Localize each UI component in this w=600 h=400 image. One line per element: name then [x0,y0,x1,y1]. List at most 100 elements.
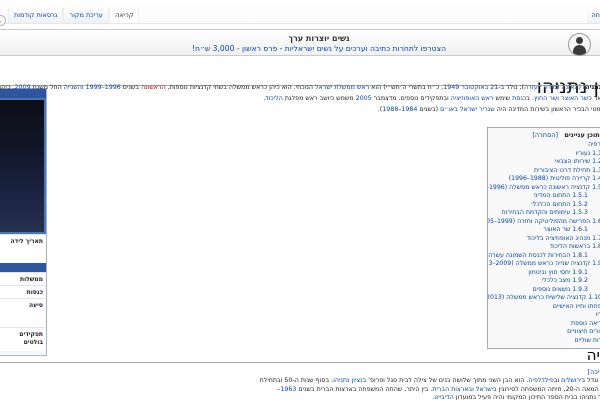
toc-item[interactable]: 4 לקריאה נוספת [488,320,600,329]
text-run: שימש [494,95,513,102]
inline-link[interactable]: שר האוצר [561,95,588,102]
inline-link[interactable]: ובארצות הברית [432,386,474,393]
text-run: בשנים [121,84,141,91]
inline-link[interactable]: 1996–1999 [86,84,121,91]
text-run: בנימין (ביבי) נתניהו [583,84,600,91]
text-run: , כ״ח בתשרי ה׳תש״י) הוא [369,84,443,91]
toc-item[interactable]: 1.6.1 שר האוצר [488,226,600,235]
infobox-row-governments-label: ממשלות [0,272,46,285]
logo-head-shape [576,37,583,44]
inline-link[interactable]: בנציון נתניהו [333,377,366,384]
toc-item[interactable]: 1.5.2 התחום הכלכלי [488,201,600,210]
infobox-row-values-area [0,311,46,327]
search-input[interactable]: חיפוש [0,15,6,26]
toc-item[interactable]: 1.8 בראשות הליכוד [488,243,600,252]
toc-item[interactable]: 1.3 תחילת דרכו הציבורית [488,167,600,176]
toc-item[interactable]: 1.2 שירותו הצבאי [488,158,600,167]
toc-header: תוכן עניינים [הסתרה] [488,131,600,139]
text-run: . כיהן גם כשר [0,84,15,91]
inline-link[interactable]: 2005 [356,95,372,102]
text-run: ); נולד ב- [498,84,524,91]
portrait-photo[interactable] [0,98,46,234]
inline-link[interactable]: 21 באוקטובר [461,84,498,91]
inline-link[interactable]: 1963 [280,386,296,393]
inline-link[interactable]: 2009 [15,84,31,91]
inline-link[interactable]: מידע [544,84,557,91]
inline-link[interactable]: שגריר ישראל באו״ם [440,106,495,113]
infobox-row-faction-label: סיעה [0,298,46,311]
toc-item[interactable]: 1 ביוגרפיה [488,141,600,150]
inline-link[interactable]: שר החוץ [534,95,557,102]
text-run: הנוכחי. הוא כיהן כראש ממשלה בשתי קדנציות… [166,84,315,91]
infobox-row-knessets-label: כנסות [0,285,46,298]
tab-edit-source[interactable]: עריכת מקור [63,8,108,23]
toc-item[interactable]: 1.9.1 יחסי חוץ וביטחון [488,269,600,278]
inline-link[interactable]: בישראל [476,386,497,393]
toc-title: תוכן עניינים [564,131,599,139]
toc-hide-link[interactable]: [הסתרה] [532,131,558,139]
lead-line-3: תפקידו הדיפלומטי הבכיר הראשון בשירות המד… [378,106,600,113]
section-heading-underline [0,362,600,363]
tab-version-history[interactable]: גרסאות קודמות [8,8,63,23]
inline-link[interactable]: ראש האופוזיציה [451,95,494,102]
logo-body-shape [573,45,586,55]
inline-link[interactable]: והשנייה [64,84,84,91]
toc-item[interactable]: 1.9.3 נושאים נוספים [488,286,600,295]
text-run: שנות ה-60 של המאה ה-20, חיתה המשפחה לסיר… [497,386,600,393]
toc-item[interactable]: 1.5.1 התחום המדיני [488,192,600,201]
section-edit-link[interactable]: [עריכה] [588,368,600,376]
toc-item[interactable]: 1.5.3 עימותים והקדמת הבחירות [488,209,600,218]
text-run: משמש כיושב ראש מפלגת [283,95,356,102]
toc-item[interactable]: 5 קישורים חיצוניים [488,328,600,337]
sitenotice-banner: נשים יוצרות ערך הצטרפו לתחרות כתיבה וערכ… [0,29,600,56]
banner-cta-link[interactable]: הצטרפו לתחרות כתיבה וערכים על נשים ישראל… [0,44,600,53]
inline-link[interactable]: הדיבייט [434,394,454,400]
inline-link[interactable]: 1949 [443,84,459,91]
lead-line-2: ישראל, בין השאר כשר האוצר ושר החוץ. בכנס… [263,95,600,102]
toc-item[interactable]: 2 משפחתו וחייו האישיים [488,303,600,312]
inline-link[interactable]: ירושלים [561,377,581,384]
text-run: , בין השאר כ [588,95,600,102]
subsection-heading-youth: נעוריו [עריכה] [588,366,600,377]
toc-item[interactable]: 1.4 קריירה פוליטית (1988–1996) [488,175,600,184]
inline-link[interactable]: ראש ממשלת ישראל [315,84,369,91]
toc-item[interactable]: 1.7 מנהיג האופוזיציה בליכוד [488,235,600,244]
toc-item[interactable]: 1.6 הפרישה מהפוליטיקה וחזרה (1999–2005) [488,218,600,227]
infobox-row-birth-label: תאריך לידה [0,234,46,247]
text-run: . בסוף שנות ה-50 ובתחילת [260,377,333,384]
toc-item[interactable]: 6 הערות שוליים [488,337,600,346]
inline-link[interactable]: כנסת [512,95,526,102]
inline-link[interactable]: האזנה [561,84,578,91]
contest-logo-icon [568,33,591,56]
text-run: (בשנים [417,106,440,113]
page-action-tabs: גרסאות קודמות עריכת מקור קריאה [8,8,139,23]
toc-item[interactable]: 1.9.2 מצב כלכלי [488,277,600,286]
toc-item[interactable]: 1.10 קדנציה שלישית כראש ממשלה (2013–) [488,294,600,303]
text-run: תפקידו הדיפלומטי הבכיר הראשון בשירות המד… [495,106,600,113]
table-of-contents: תוכן עניינים [הסתרה] 1 ביוגרפיה1.1 נעורי… [487,127,600,349]
tab-read[interactable]: קריאה [109,8,139,23]
toc-item[interactable]: 1.8.1 הבחירות לכנסת השמונה עשרה [488,252,600,261]
toc-item[interactable]: 1.1 נעוריו [488,150,600,159]
inline-link[interactable]: עזרה [524,84,538,91]
banner-title: נשים יוצרות ערך [0,34,600,43]
tab-talk-fragment[interactable]: שיחה [587,8,600,23]
text-run: . ב [526,95,534,102]
bio-line-3: 1967, שם למד נתניהו בבית הספר התיכון המק… [432,394,600,400]
lead-line-1: בנימין (ביבי) נתניהו (האזנה (מידע · עזרה… [0,84,600,91]
toc-item[interactable]: 1.9 קדנציה שנייה כראש ממשלה (2009–2013) [488,260,600,269]
toc-item[interactable]: 3 ספריו [488,311,600,320]
toc-list: 1 ביוגרפיה1.1 נעוריו1.2 שירותו הצבאי1.3 … [488,141,600,345]
inline-link[interactable]: הליכוד [265,95,283,102]
text-run: . הוא הבן השני מתוך שלושה בנים של צילה ל… [366,377,528,384]
toc-item[interactable]: 1.5 קדנציה ראשונה כראש ממשלה (1996–1999) [488,184,600,193]
text-run: , שם למד נתניהו בבית הספר התיכון המקומי … [454,394,600,400]
infobox: תאריך לידה ממשלות כנסות סיעה תפקידים בול… [0,88,47,356]
inline-link[interactable]: 1984–1988 [382,106,417,113]
text-run: ובתפקידים נוספים. מדצמבר [372,95,451,102]
text-run: החל משנת [31,84,64,91]
infobox-row-roles-label: תפקידים בולטים [0,327,46,351]
inline-link[interactable]: פילדלפיה [528,377,553,384]
bio-line-1: נולד בתל אביב וגדל בירושלים ובפילדלפיה. … [260,377,600,384]
inline-redlink[interactable]: הראשונה [141,84,166,91]
